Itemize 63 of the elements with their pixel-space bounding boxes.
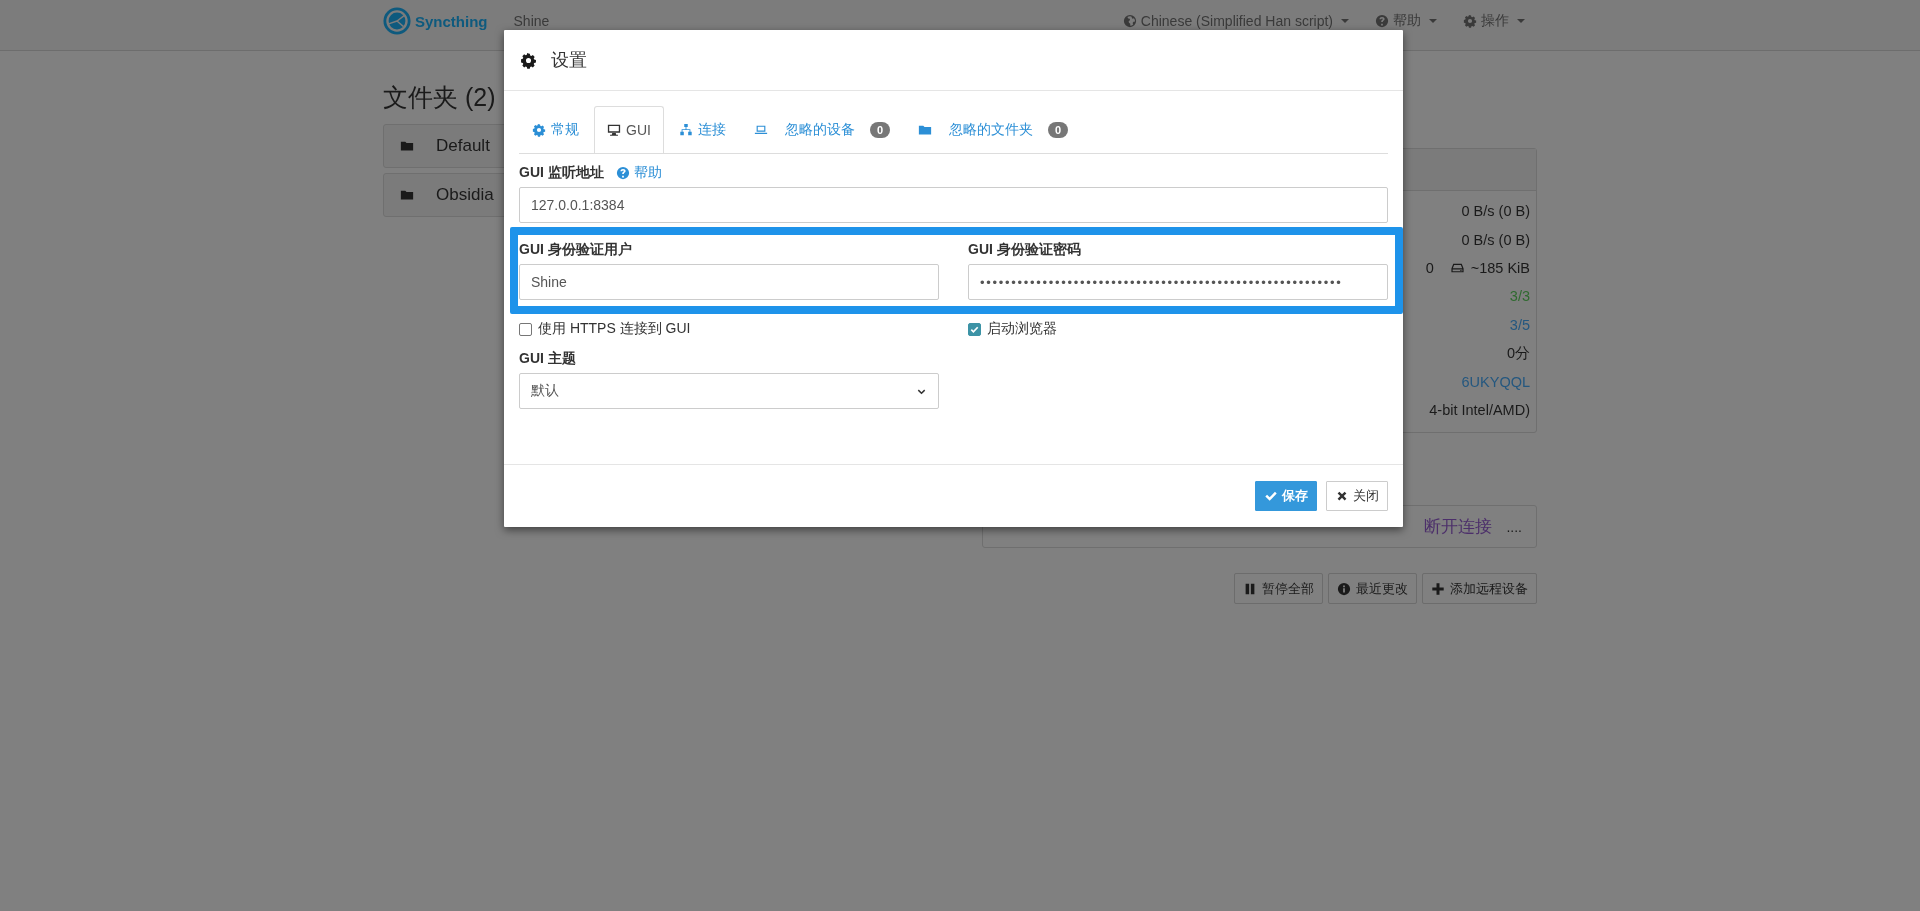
field-label: GUI 主题 — [519, 350, 577, 368]
folder-icon — [918, 123, 932, 137]
hierarchy-icon — [678, 123, 693, 137]
stat-value: 6UKYQQL — [1461, 373, 1530, 390]
checkbox[interactable] — [968, 322, 981, 336]
gear-icon — [1463, 14, 1477, 28]
stat-value: 0 B/s (0 B) — [1461, 231, 1530, 248]
folder-name: Default — [436, 136, 490, 156]
check-icon — [1264, 489, 1278, 503]
caret-icon — [1429, 19, 1437, 23]
count-badge: 0 — [869, 122, 890, 138]
connection-status: 断开连接 — [1424, 516, 1493, 539]
caret-icon — [1517, 19, 1525, 23]
dialog-title: 设置 — [551, 49, 587, 72]
stat-value: ~185 KiB — [1470, 259, 1530, 276]
device-name: Shine — [513, 13, 550, 29]
count-badge: 0 — [1048, 122, 1069, 138]
theme-select[interactable]: 默认 — [519, 373, 939, 409]
help-icon — [1375, 14, 1389, 28]
globe-icon — [1122, 14, 1137, 28]
more-text: .... — [1506, 518, 1522, 535]
save-button[interactable]: 保存 — [1255, 481, 1317, 511]
address-field[interactable]: 127.0.0.1:8384 — [519, 187, 1388, 223]
logo-icon[interactable] — [383, 7, 411, 35]
settings-tab[interactable]: 连接 — [665, 106, 739, 153]
pause-icon — [1243, 581, 1257, 596]
section-heading: 文件夹 (2) — [383, 82, 497, 113]
folder-icon — [400, 188, 414, 202]
settings-tab[interactable]: 常规 — [519, 106, 592, 153]
nav-menu[interactable]: 操作 — [1457, 8, 1531, 34]
action-button[interactable]: 添加远程设备 — [1422, 573, 1537, 605]
stat-value: 0分 — [1506, 343, 1530, 363]
gear-icon — [532, 123, 546, 137]
stat-value: 3/3 — [1509, 288, 1530, 305]
help-icon — [615, 166, 630, 180]
folder-name: Obsidia — [436, 185, 494, 205]
close-icon — [1335, 489, 1349, 503]
settings-tab[interactable]: GUI — [594, 106, 664, 153]
caret-icon — [1341, 19, 1349, 23]
action-button[interactable]: 暂停全部 — [1234, 573, 1323, 605]
checkbox-label: 启动浏览器 — [987, 320, 1057, 338]
settings-tab[interactable]: 忽略的设备 0 — [740, 106, 903, 153]
stat-value: 0 B/s (0 B) — [1461, 203, 1530, 220]
checkbox[interactable] — [519, 322, 532, 336]
laptop-icon — [753, 123, 768, 137]
help-link[interactable]: 帮助 — [615, 164, 662, 182]
stat-value: 0 — [1425, 259, 1434, 276]
action-button[interactable]: 最近更改 — [1328, 573, 1417, 605]
username-field[interactable]: Shine — [519, 264, 939, 300]
checkbox-label: 使用 HTTPS 连接到 GUI — [538, 320, 691, 338]
plus-icon — [1431, 581, 1445, 596]
field-label: GUI 监听地址 — [519, 164, 604, 182]
stat-value: 4-bit Intel/AMD) — [1429, 401, 1530, 418]
folder-icon — [400, 139, 414, 153]
gear-icon — [520, 51, 537, 69]
field-label: GUI 身份验证密码 — [968, 241, 1082, 259]
close-button[interactable]: 关闭 — [1326, 481, 1388, 511]
password-field[interactable]: •••••••••••••••••••••••••••••••••••••••••••••••••••••••••• — [968, 264, 1388, 300]
monitor-icon — [607, 123, 621, 137]
info-icon — [1337, 581, 1351, 596]
stat-value: 3/5 — [1509, 316, 1530, 333]
settings-tab[interactable]: 忽略的文件夹 0 — [905, 106, 1082, 153]
field-label: GUI 身份验证用户 — [519, 241, 633, 259]
